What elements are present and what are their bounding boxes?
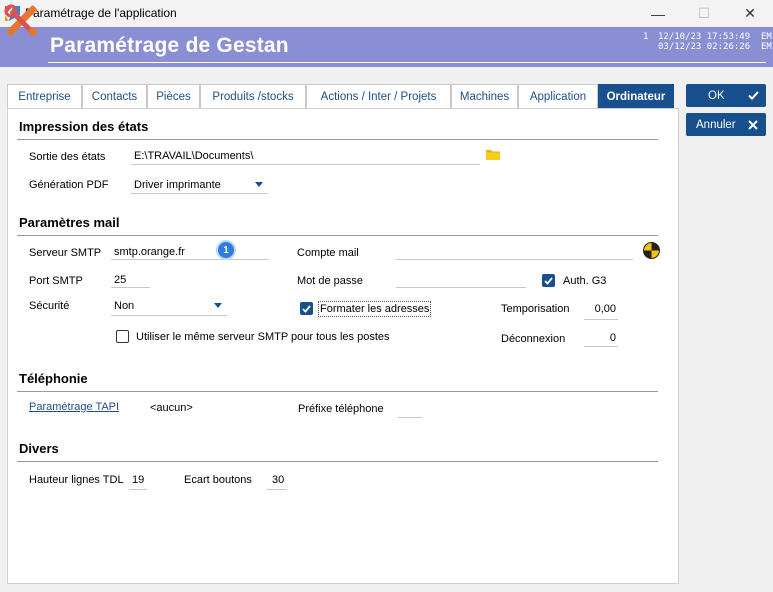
section-title-mail: Paramètres mail [19,215,120,230]
prefix-label: Préfixe téléphone [298,403,384,415]
port-input[interactable]: 25 [114,274,126,286]
tab-ordinateur[interactable]: Ordinateur [598,84,674,108]
password-label: Mot de passe [297,275,364,287]
page-title: Paramétrage de Gestan [50,34,289,57]
row-height-input[interactable]: 19 [132,474,144,486]
delay-underline [584,319,618,320]
account-underline [396,259,633,260]
disconnect-input[interactable]: 0 [584,332,616,344]
tab-entreprise[interactable]: Entreprise [7,84,82,108]
format-addresses-label: Formater les adresses [318,301,432,317]
pdf-label: Génération PDF [29,179,109,191]
tab-contacts[interactable]: Contacts [82,84,147,108]
tab-pieces[interactable]: Pièces [147,84,200,108]
row-height-underline [129,489,147,490]
stamp-line-2: 03/12/23 02:26:26 EM [658,42,772,52]
tab-actions-inter-projets[interactable]: Actions / Inter / Projets [306,84,451,108]
target-icon[interactable] [643,242,660,259]
password-underline [396,287,526,288]
ok-button-label: OK [708,89,725,102]
section-divider [17,391,658,392]
security-label: Sécurité [29,300,70,312]
delay-label: Temporisation [501,303,570,315]
minimize-button[interactable]: — [635,0,681,27]
chevron-down-icon[interactable] [255,182,263,187]
disconnect-label: Déconnexion [501,333,566,345]
section-divider [17,235,658,236]
output-label: Sortie des états [29,151,106,163]
cancel-button-label: Annuler [696,118,736,131]
check-icon [748,91,759,100]
ok-button[interactable]: OK [686,84,766,107]
section-title-phone: Téléphonie [19,371,88,386]
title-underline [48,62,766,63]
close-button[interactable]: ✕ [727,0,773,27]
close-icon [748,119,758,130]
check-icon [302,304,311,313]
pdf-select-underline [131,193,268,194]
delay-input[interactable]: 0,00 [584,303,616,315]
stamp-index: 1 [643,32,649,42]
section-title-misc: Divers [19,441,59,456]
tools-icon [4,4,37,36]
button-gap-label: Ecart boutons [184,474,252,486]
window-title: Paramétrage de l'application [25,6,177,20]
same-server-checkbox[interactable] [116,330,129,343]
section-title-print: Impression des états [19,119,149,134]
smtp-input[interactable]: smtp.orange.fr [114,246,185,258]
tab-produits-stocks[interactable]: Produits /stocks [200,84,306,108]
disconnect-underline [584,346,618,347]
callout-badge: 1 [216,240,236,260]
smtp-underline [111,259,269,260]
port-label: Port SMTP [29,275,83,287]
prefix-underline [398,417,422,418]
format-addresses-checkbox[interactable] [300,302,313,315]
tab-application[interactable]: Application [518,84,598,108]
check-icon [544,276,553,285]
output-path-value[interactable]: E:\TRAVAIL\Documents\ [134,150,253,162]
button-gap-input[interactable]: 30 [272,474,284,486]
same-server-label: Utiliser le même serveur SMTP pour tous … [136,331,390,343]
button-gap-underline [267,489,287,490]
auth-g3-checkbox[interactable] [542,274,555,287]
port-underline [111,287,150,288]
account-label: Compte mail [297,247,359,259]
section-divider [17,461,658,462]
row-height-label: Hauteur lignes TDL [29,474,124,486]
security-select-underline [111,315,227,316]
tapi-settings-link[interactable]: Paramétrage TAPI [29,401,119,413]
security-select-value[interactable]: Non [114,300,134,312]
chevron-down-icon[interactable] [214,303,222,308]
stamp-line-1: 12/10/23 17:53:49 EM [658,32,772,42]
smtp-label: Serveur SMTP [29,247,102,259]
output-path-underline [131,164,480,165]
section-divider [17,139,658,140]
tab-machines[interactable]: Machines [451,84,518,108]
cancel-button[interactable]: Annuler [686,113,766,136]
auth-g3-label: Auth. G3 [563,275,607,287]
maximize-button[interactable]: ☐ [681,0,727,27]
tapi-value: <aucun> [150,402,193,414]
pdf-select-value[interactable]: Driver imprimante [134,179,221,191]
folder-icon[interactable] [486,148,500,160]
